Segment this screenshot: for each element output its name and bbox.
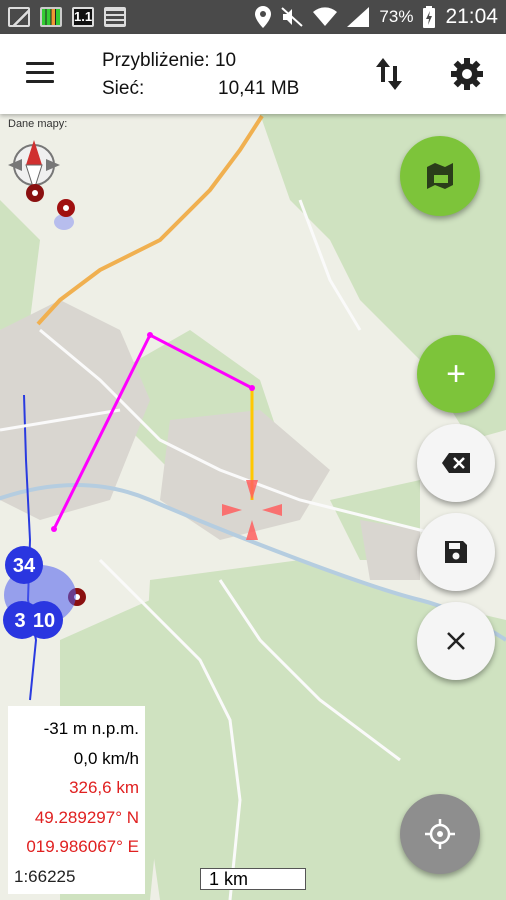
locate-button[interactable] (400, 794, 480, 874)
rec-map-button[interactable] (400, 136, 480, 216)
add-icon: + (446, 355, 466, 393)
marker-clusters[interactable]: 34 3 10 (3, 546, 76, 639)
compass-icon[interactable] (8, 140, 60, 192)
battery-percent: 73% (379, 7, 414, 26)
close-icon (447, 632, 465, 650)
save-icon (445, 541, 467, 563)
cluster-label-10: 10 (33, 610, 55, 632)
network-usage-value: 10,41 MB (218, 78, 300, 99)
delete-point-button[interactable] (417, 424, 495, 502)
swap-vertical-icon[interactable] (374, 56, 404, 92)
map-scale-ratio: 1:66225 (14, 866, 76, 886)
zoom-level-label: Przybliżenie: 10 (102, 50, 237, 71)
distance-value: 326,6 km (69, 778, 139, 797)
app-1-1-icon: 1.1 (72, 7, 94, 27)
scale-bar: 1 km (200, 868, 306, 890)
location-info-panel: -31 m n.p.m. 0,0 km/h 326,6 km 49.289297… (8, 706, 145, 894)
altitude-value: -31 m n.p.m. (43, 719, 139, 738)
cluster-label-3: 3 (14, 610, 25, 632)
save-button[interactable] (417, 513, 495, 591)
mute-icon (281, 7, 304, 27)
network-label: Sieć: (102, 78, 145, 99)
top-app-bar: Przybliżenie: 10 Sieć: 10,41 MB (0, 34, 506, 114)
picture-icon (8, 7, 30, 27)
latitude-value: 49.289297° N (34, 807, 139, 827)
clock: 21:04 (445, 5, 498, 28)
cluster-label-34: 34 (13, 555, 36, 577)
list-icon (104, 7, 126, 27)
map-source-label: Dane mapy: (8, 118, 68, 130)
location-icon (255, 6, 272, 28)
gear-icon[interactable] (451, 58, 483, 90)
speed-value: 0,0 km/h (73, 748, 139, 768)
backspace-icon (442, 453, 470, 473)
hamburger-icon[interactable] (26, 62, 54, 84)
close-button[interactable] (417, 602, 495, 680)
wifi-icon (313, 7, 338, 27)
signal-icon (347, 7, 370, 27)
status-bar: 1.1 73% 21:04 (0, 0, 506, 34)
rec-map-icon (427, 163, 453, 189)
longitude-value: 019.986067° E (26, 837, 139, 856)
crosshair-locate-icon (425, 819, 455, 849)
add-button[interactable]: + (417, 335, 495, 413)
battery-charging-icon (423, 6, 436, 28)
equalizer-icon (40, 7, 62, 27)
